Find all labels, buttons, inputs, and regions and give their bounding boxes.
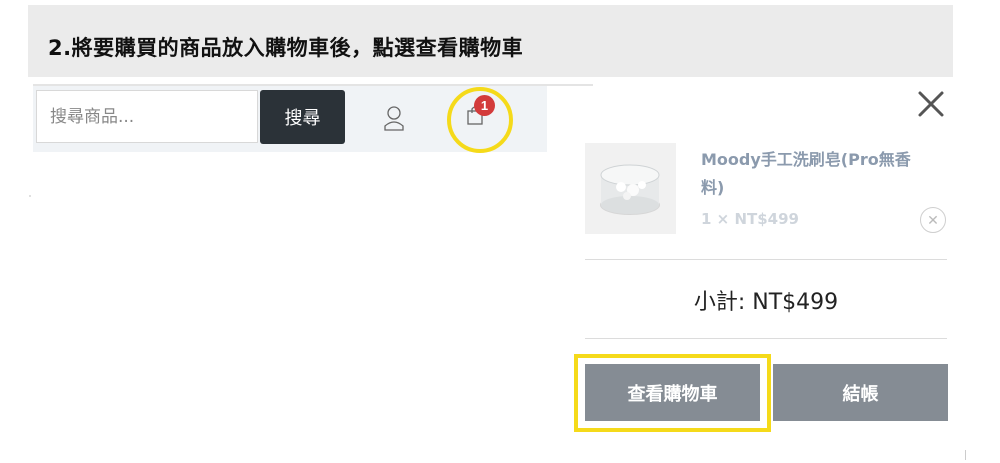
remove-icon[interactable]: ✕ [920,207,946,233]
search-input[interactable] [36,90,258,143]
checkout-button[interactable]: 結帳 [773,364,948,421]
divider-dot [29,195,31,197]
cart-item-name[interactable]: Moody手工洗刷皂(Pro無香料) [701,146,911,202]
close-icon[interactable] [917,90,945,118]
header-divider [33,84,593,86]
product-thumbnail[interactable] [585,143,676,234]
cart-item-qty-price: 1 × NT$499 [701,210,799,228]
cart-divider-bottom [585,338,947,339]
cart-subtotal: 小計: NT$499 [693,290,839,315]
instruction-text: 2.將要購買的商品放入購物車後，點選查看購物車 [48,36,524,60]
scroll-indicator [965,450,966,460]
cart-divider-top [585,259,947,260]
cart-count-badge: 1 [474,95,495,116]
search-button[interactable]: 搜尋 [260,90,345,144]
user-icon[interactable] [383,105,405,131]
view-cart-button[interactable]: 查看購物車 [585,364,760,421]
instruction-banner: 2.將要購買的商品放入購物車後，點選查看購物車 [28,5,953,77]
